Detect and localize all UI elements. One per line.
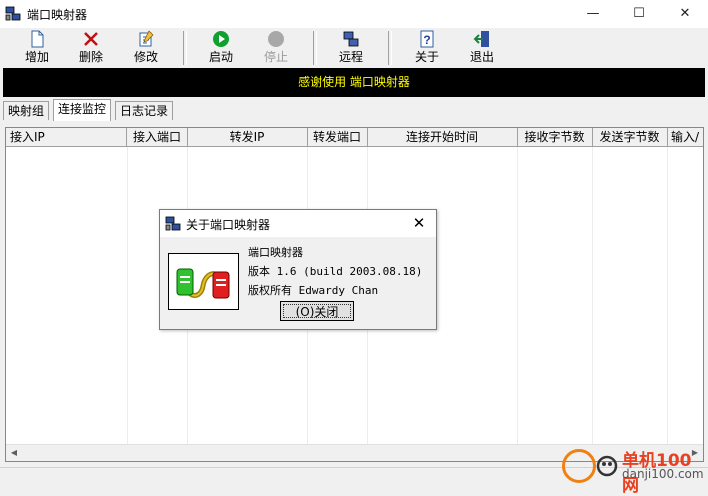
app-icon xyxy=(165,216,181,231)
column-header[interactable]: 输入/ xyxy=(667,128,703,146)
about-label: 关于 xyxy=(414,50,439,64)
remote-label: 远程 xyxy=(338,50,363,64)
delete-button[interactable]: 删除 xyxy=(66,30,116,66)
column-header[interactable]: 接入IP xyxy=(6,128,127,146)
stop-label: 停止 xyxy=(263,50,288,64)
start-label: 启动 xyxy=(208,50,233,64)
grid-line xyxy=(127,147,128,444)
dialog-close-button[interactable]: ✕ xyxy=(408,213,430,233)
tab-strip: 映射组 连接监控 日志记录 xyxy=(0,99,708,121)
play-icon xyxy=(213,31,229,47)
column-header[interactable]: 连接开始时间 xyxy=(367,128,518,146)
maximize-button[interactable]: ☐ xyxy=(616,0,662,28)
watermark-url: danji100.com xyxy=(622,467,704,481)
add-label: 增加 xyxy=(24,50,49,64)
column-header[interactable]: 发送字节数 xyxy=(592,128,668,146)
exit-door-icon xyxy=(473,31,489,47)
tab-mapping-group[interactable]: 映射组 xyxy=(3,101,50,120)
title-bar: 端口映射器 — ☐ ✕ xyxy=(0,0,708,29)
edit-button[interactable]: 修改 xyxy=(121,30,171,66)
svg-text:?: ? xyxy=(423,33,430,47)
watermark-circle-icon xyxy=(562,449,596,483)
dialog-version: 版本 1.6 (build 2003.08.18) xyxy=(248,265,423,278)
table-header: 接入IP 接入端口 转发IP 转发端口 连接开始时间 接收字节数 发送字节数 输… xyxy=(6,128,703,147)
column-header[interactable]: 转发IP xyxy=(187,128,308,146)
stop-button[interactable]: 停止 xyxy=(251,30,301,66)
watermark-logo: 单机100网 danji100.com xyxy=(560,443,708,496)
column-header[interactable]: 接入端口 xyxy=(127,128,188,146)
exit-label: 退出 xyxy=(469,50,494,64)
toolbar-separator xyxy=(183,31,187,65)
grid-line xyxy=(517,147,518,444)
watermark-mascot-icon xyxy=(596,455,618,477)
toolbar-separator xyxy=(388,31,392,65)
delete-label: 删除 xyxy=(78,50,103,64)
remote-button[interactable]: 远程 xyxy=(326,30,376,66)
tab-connection-monitor[interactable]: 连接监控 xyxy=(53,99,112,121)
app-logo-icon xyxy=(168,253,239,310)
dialog-title: 关于端口映射器 xyxy=(186,218,271,232)
dialog-close-ok-button[interactable]: (O)关闭 xyxy=(280,301,354,321)
app-icon xyxy=(5,6,21,21)
grid-line xyxy=(592,147,593,444)
help-icon: ? xyxy=(420,30,434,48)
dialog-app-name: 端口映射器 xyxy=(248,246,303,259)
column-header[interactable]: 接收字节数 xyxy=(517,128,593,146)
banner-text: 感谢使用 端口映射器 xyxy=(298,75,410,89)
delete-x-icon xyxy=(84,32,98,46)
exit-button[interactable]: 退出 xyxy=(457,30,507,66)
about-dialog: 关于端口映射器 ✕ 端口映射器 版本 1.6 (build 2003.08.18… xyxy=(159,209,437,330)
grid-line xyxy=(667,147,668,444)
dialog-title-bar: 关于端口映射器 ✕ xyxy=(160,210,436,237)
remote-computer-icon xyxy=(343,31,359,47)
add-button[interactable]: 增加 xyxy=(12,30,62,66)
start-button[interactable]: 启动 xyxy=(196,30,246,66)
scroll-left-icon[interactable]: ◀ xyxy=(6,445,22,461)
edit-label: 修改 xyxy=(133,50,158,64)
edit-document-icon xyxy=(139,30,154,47)
tab-log[interactable]: 日志记录 xyxy=(115,101,174,120)
close-button[interactable]: ✕ xyxy=(662,0,708,28)
welcome-banner: 感谢使用 端口映射器 xyxy=(3,68,705,97)
minimize-button[interactable]: — xyxy=(570,0,616,28)
toolbar-separator xyxy=(313,31,317,65)
window-title: 端口映射器 xyxy=(27,8,88,22)
toolbar: 增加 删除 修改 启动 停止 远程 ? 关于 退出 xyxy=(0,28,708,68)
new-document-icon xyxy=(31,30,44,48)
column-header[interactable]: 转发端口 xyxy=(307,128,368,146)
dialog-copyright: 版权所有 Edwardy Chan xyxy=(248,284,379,297)
stop-icon xyxy=(268,31,284,47)
about-button[interactable]: ? 关于 xyxy=(402,30,452,66)
